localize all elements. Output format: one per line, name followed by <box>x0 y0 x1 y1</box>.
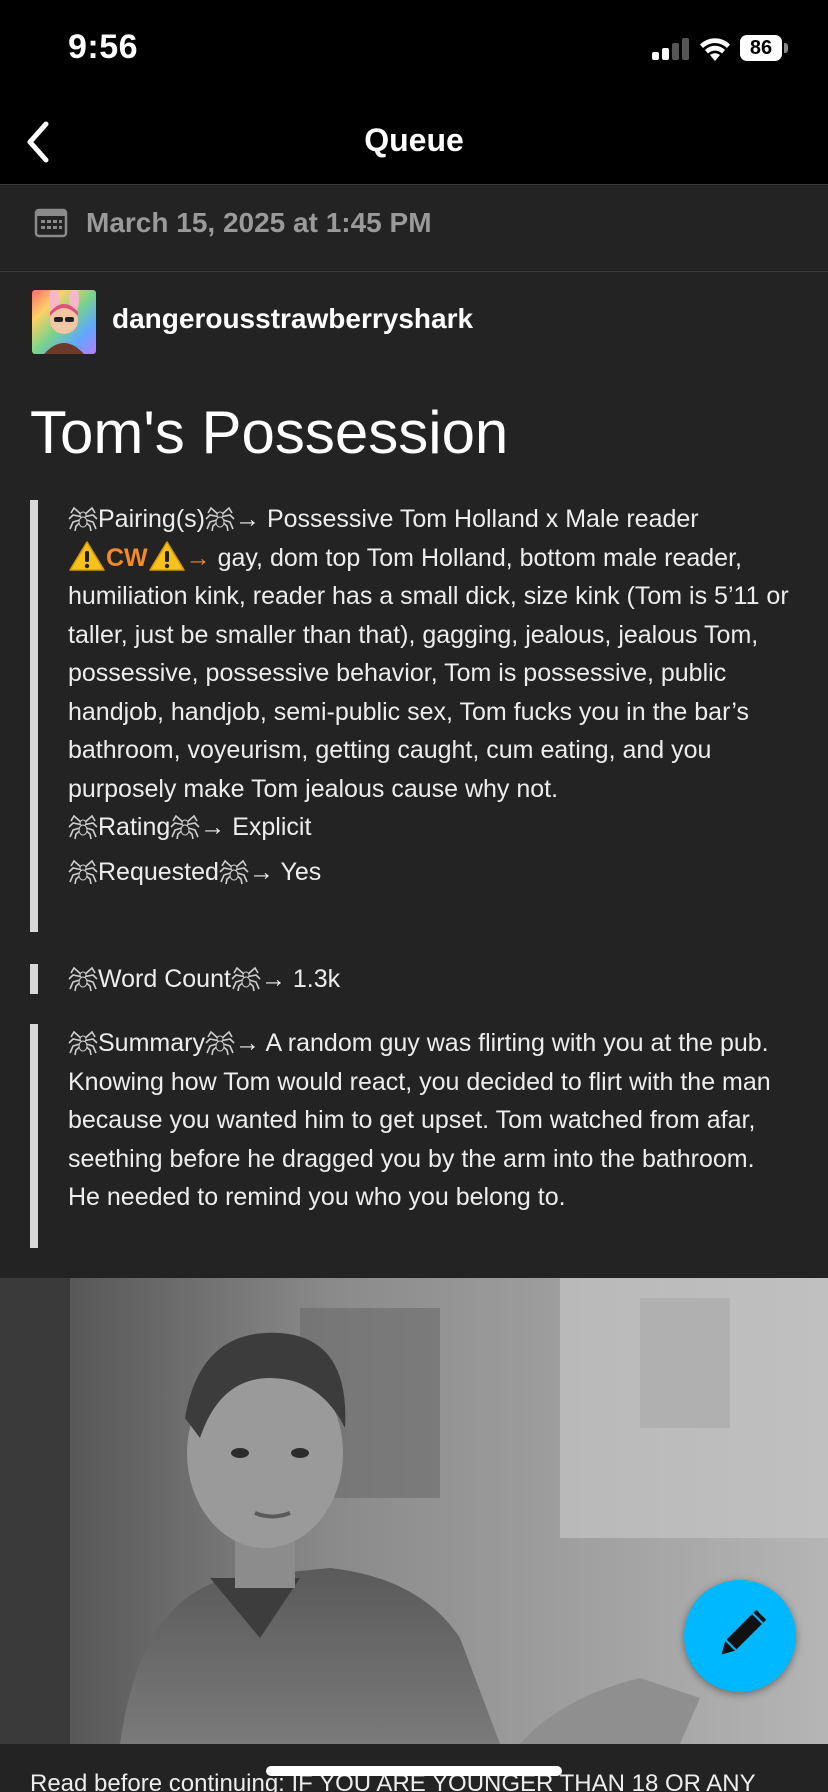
compose-button[interactable] <box>684 1580 796 1692</box>
spider-icon <box>68 1028 98 1056</box>
cw-label: CW <box>106 543 148 572</box>
battery-level: 86 <box>740 35 782 61</box>
spider-icon <box>68 504 98 532</box>
arrow-glyph: → <box>234 505 260 533</box>
home-indicator[interactable] <box>266 1766 562 1776</box>
avatar[interactable] <box>32 290 96 354</box>
pairing-value: Possessive Tom Holland x Male reader <box>266 505 699 533</box>
requested-label: Requested <box>98 857 219 886</box>
spider-icon <box>205 504 235 532</box>
warning-icon <box>68 540 106 572</box>
wordcount-value: 1.3k <box>292 965 341 993</box>
summary-label: Summary <box>98 1029 205 1057</box>
arrow-glyph: → <box>260 965 286 993</box>
battery-icon: 86 <box>740 35 788 63</box>
schedule-row[interactable]: March 15, 2025 at 1:45 PM <box>0 185 828 272</box>
spider-icon <box>170 812 200 840</box>
arrow-glyph: → <box>200 813 226 841</box>
screen: 9:56 86 Queue March 15, 2025 at 1:45 PM … <box>0 0 828 1792</box>
wordcount-label: Word Count <box>98 965 231 993</box>
cw-arrow: → <box>185 543 211 572</box>
rating-label: Rating <box>98 813 171 841</box>
pairing-label: Pairing(s) <box>98 505 205 533</box>
author-username[interactable]: dangerousstrawberryshark <box>112 303 473 335</box>
calendar-icon <box>34 208 68 238</box>
cw-line: CW → gay, dom top Tom Holland, bottom mal… <box>68 539 790 809</box>
rating-value: Explicit <box>232 813 312 841</box>
wifi-icon <box>700 38 730 61</box>
cw-text: gay, dom top Tom Holland, bottom male re… <box>68 543 789 803</box>
nav-bar: Queue <box>0 100 828 185</box>
status-bar: 9:56 86 <box>0 0 828 100</box>
page-title: Queue <box>364 122 464 158</box>
spider-icon <box>219 857 249 885</box>
requested-value: Yes <box>280 857 322 886</box>
post-title: Tom's Possession <box>30 399 509 466</box>
pencil-icon <box>721 1609 767 1655</box>
wordcount-line: Word Count → 1.3k <box>68 960 790 999</box>
word-count-quote: Word Count → 1.3k <box>30 964 790 994</box>
arrow-glyph: → <box>248 857 274 886</box>
spider-icon <box>68 857 98 885</box>
summary-quote: Summary → A random guy was flirting with … <box>30 1024 790 1248</box>
spider-icon <box>231 964 261 992</box>
cellular-signal-icon <box>652 38 690 60</box>
arrow-glyph: → <box>234 1029 260 1057</box>
warning-icon <box>148 540 186 572</box>
status-time: 9:56 <box>68 28 139 66</box>
summary-line: Summary → A random guy was flirting with … <box>68 1024 790 1217</box>
avatar-image <box>32 290 96 354</box>
pairing-line: Pairing(s) → Possessive Tom Holland x Mal… <box>68 500 790 539</box>
post-details-quote: Pairing(s) → Possessive Tom Holland x Mal… <box>30 500 790 932</box>
spider-icon <box>68 812 98 840</box>
spider-icon <box>205 1028 235 1056</box>
requested-line: Requested → Yes <box>68 853 790 892</box>
schedule-date: March 15, 2025 at 1:45 PM <box>86 207 432 238</box>
rating-line: Rating → Explicit <box>68 808 790 847</box>
spider-icon <box>68 964 98 992</box>
